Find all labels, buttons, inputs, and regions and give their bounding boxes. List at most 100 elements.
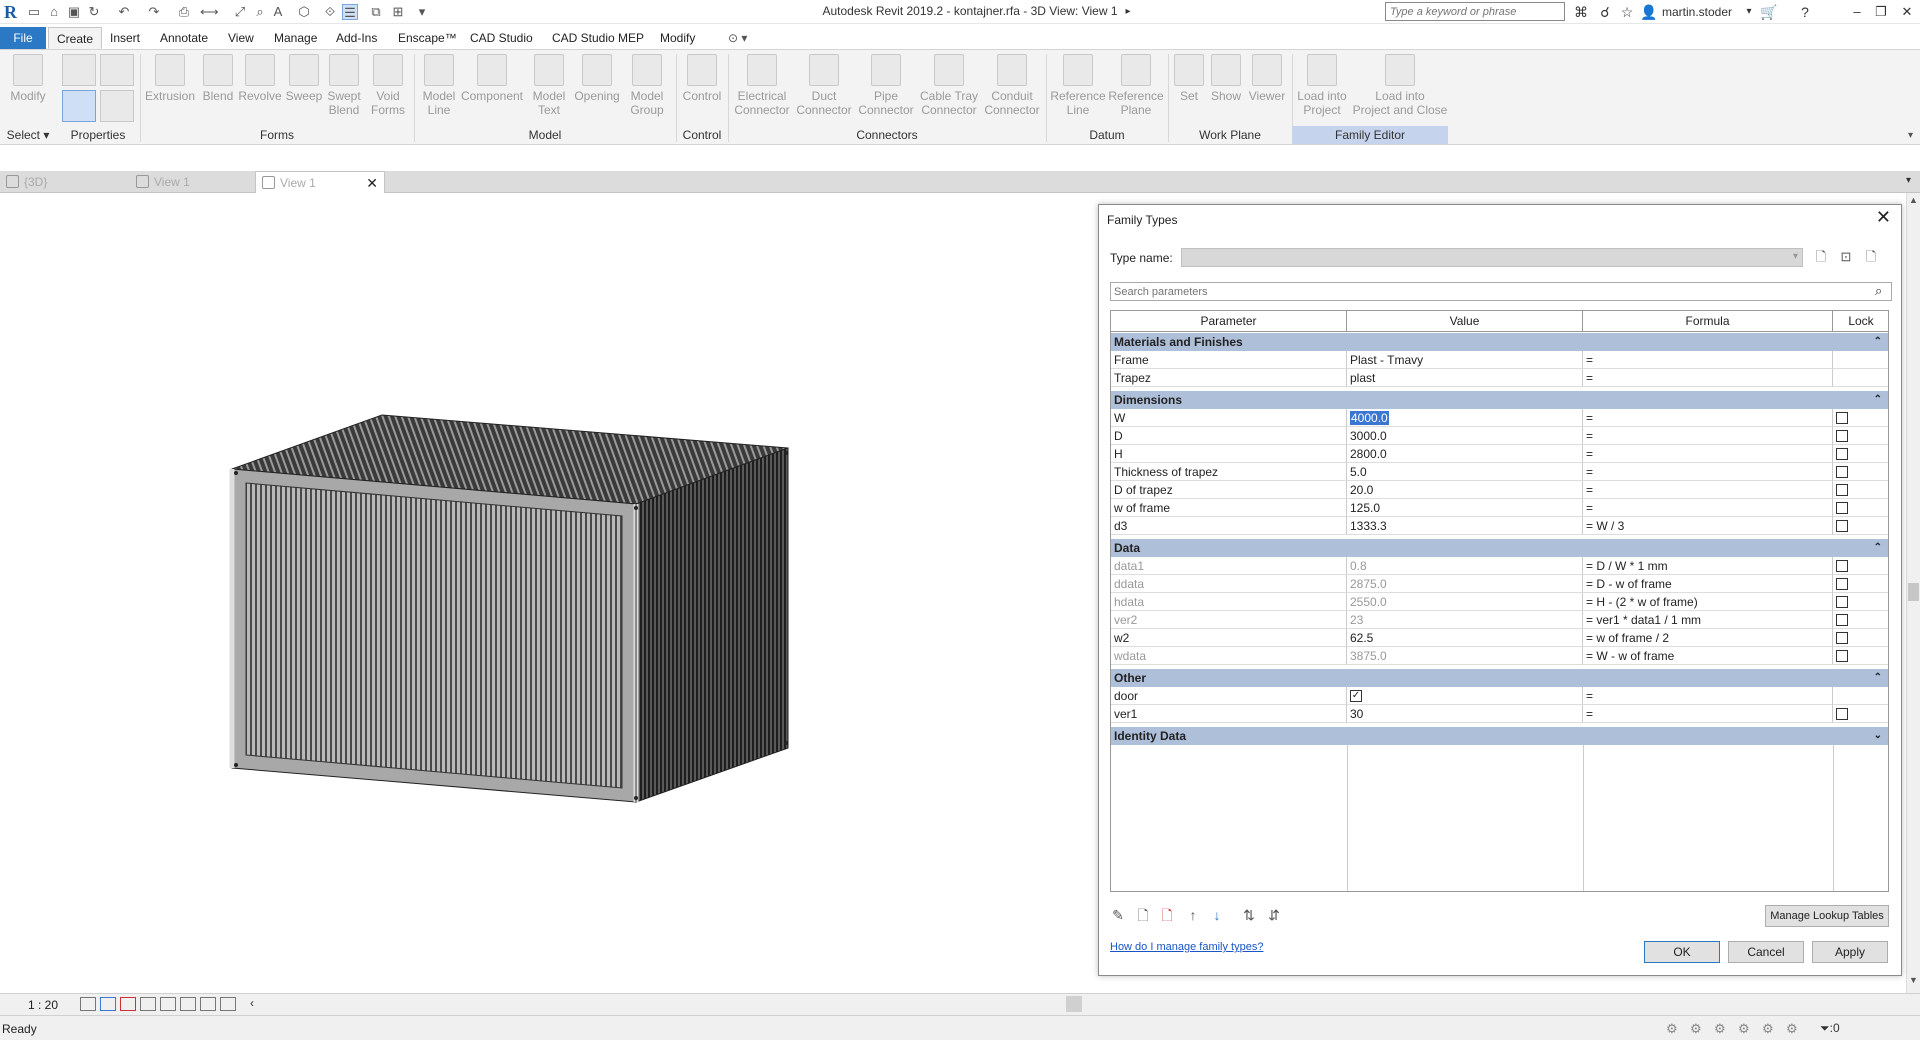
viewer-button[interactable]: Viewer: [1246, 54, 1288, 126]
lock-checkbox[interactable]: [1836, 430, 1848, 442]
tab-addins[interactable]: Add-Ins: [328, 27, 385, 49]
3d-view-icon[interactable]: ⬡: [296, 4, 312, 20]
visual-style-icon[interactable]: [100, 997, 116, 1011]
lock-checkbox[interactable]: [1836, 502, 1848, 514]
scroll-left-icon[interactable]: ‹: [250, 996, 254, 1010]
param-formula[interactable]: = D - w of frame: [1583, 575, 1833, 593]
col-header-lock[interactable]: Lock: [1833, 311, 1888, 332]
conduit-connector-button[interactable]: Conduit Connector: [982, 54, 1042, 126]
thin-lines-icon[interactable]: ☰: [342, 4, 358, 20]
cancel-button[interactable]: Cancel: [1728, 941, 1804, 963]
move-down-icon[interactable]: ↓: [1207, 905, 1227, 925]
pipe-connector-button[interactable]: Pipe Connector: [856, 54, 916, 126]
param-value[interactable]: 2800.0: [1347, 445, 1583, 463]
duct-connector-button[interactable]: Duct Connector: [794, 54, 854, 126]
user-icon[interactable]: 👤: [1640, 3, 1658, 21]
drag-elements-icon[interactable]: ⚙: [1786, 1021, 1798, 1037]
door-checkbox[interactable]: ✓: [1350, 690, 1362, 702]
section-icon[interactable]: ⟐: [322, 4, 338, 20]
delete-parameter-icon[interactable]: 🗋: [1157, 905, 1177, 925]
col-header-parameter[interactable]: Parameter: [1111, 311, 1347, 332]
param-value[interactable]: 1333.3: [1347, 517, 1583, 535]
detail-level-icon[interactable]: [80, 997, 96, 1011]
tab-view[interactable]: View: [220, 27, 262, 49]
lock-checkbox[interactable]: [1836, 596, 1848, 608]
group-header-other[interactable]: Other ⌃: [1111, 669, 1888, 687]
folder-icon[interactable]: ⌂: [46, 4, 62, 20]
param-value[interactable]: 4000.0: [1347, 409, 1583, 427]
user-menu-chevron-icon[interactable]: ▾: [1740, 3, 1758, 21]
view-tab-view1[interactable]: View 1: [130, 171, 255, 193]
collapse-icon[interactable]: ⌃: [1874, 333, 1882, 351]
save-icon[interactable]: ▣: [66, 4, 82, 20]
ok-button[interactable]: OK: [1644, 941, 1720, 963]
tab-manage[interactable]: Manage: [266, 27, 325, 49]
communication-icon[interactable]: ☌: [1596, 3, 1614, 21]
lock-checkbox[interactable]: [1836, 632, 1848, 644]
print-icon[interactable]: ⎙: [176, 4, 192, 20]
expand-icon[interactable]: ⌄: [1874, 727, 1882, 745]
lock-checkbox[interactable]: [1836, 578, 1848, 590]
search-parameters-input[interactable]: [1110, 282, 1892, 301]
design-options-icon[interactable]: ⚙: [1690, 1021, 1702, 1037]
rename-type-icon[interactable]: ⊡: [1837, 248, 1855, 266]
lock-checkbox[interactable]: [1836, 520, 1848, 532]
text-icon[interactable]: A: [270, 4, 286, 20]
ribbon-options-icon[interactable]: ⊙ ▾: [720, 27, 755, 49]
search-expand-icon[interactable]: ▸: [1119, 3, 1137, 21]
undo-icon[interactable]: ↶: [116, 4, 132, 20]
customize-qat-icon[interactable]: ▾: [414, 4, 430, 20]
param-formula[interactable]: = H - (2 * w of frame): [1583, 593, 1833, 611]
close-hidden-icon[interactable]: ⧉: [368, 4, 384, 20]
param-formula[interactable]: =: [1583, 481, 1833, 499]
collapse-icon[interactable]: ⌃: [1874, 391, 1882, 409]
lock-checkbox[interactable]: [1836, 560, 1848, 572]
col-header-value[interactable]: Value: [1347, 311, 1583, 332]
favorites-icon[interactable]: ☆: [1618, 3, 1636, 21]
param-formula[interactable]: = W / 3: [1583, 517, 1833, 535]
search-icon[interactable]: ⌕: [1875, 283, 1882, 299]
param-formula[interactable]: =: [1583, 463, 1833, 481]
new-type-icon[interactable]: 🗋: [1812, 248, 1830, 266]
lock-checkbox[interactable]: [1836, 448, 1848, 460]
horizontal-scroll-thumb[interactable]: [1066, 996, 1082, 1012]
family-category-icon[interactable]: [62, 54, 96, 86]
apply-button[interactable]: Apply: [1812, 941, 1888, 963]
tab-file[interactable]: File: [0, 27, 46, 49]
close-window-icon[interactable]: ✕: [1896, 2, 1918, 22]
group-header-identity[interactable]: Identity Data ⌄: [1111, 727, 1888, 745]
delete-type-icon[interactable]: 🗋: [1862, 248, 1880, 266]
family-category-params-icon[interactable]: [100, 54, 134, 86]
control-button[interactable]: Control: [680, 54, 724, 126]
new-parameter-icon[interactable]: 🗋: [1133, 905, 1153, 925]
param-value[interactable]: 125.0: [1347, 499, 1583, 517]
select-links-icon[interactable]: ⚙: [1714, 1021, 1726, 1037]
lock-checkbox[interactable]: [1836, 708, 1848, 720]
open-icon[interactable]: ▭: [26, 4, 42, 20]
param-value[interactable]: plast: [1347, 369, 1583, 387]
blend-button[interactable]: Blend: [198, 54, 238, 126]
revit-logo[interactable]: R: [4, 2, 22, 22]
tab-cad-studio-mep[interactable]: CAD Studio MEP: [544, 27, 652, 49]
param-formula[interactable]: =: [1583, 351, 1833, 369]
component-button[interactable]: Component: [460, 54, 524, 126]
cable-tray-connector-button[interactable]: Cable Tray Connector: [918, 54, 980, 126]
dimension-icon[interactable]: ⤢: [232, 4, 248, 20]
tab-enscape[interactable]: Enscape™: [390, 27, 465, 49]
sun-path-icon[interactable]: [120, 997, 136, 1011]
param-value[interactable]: 20.0: [1347, 481, 1583, 499]
panel-select[interactable]: Select ▾: [0, 126, 56, 144]
select-underlay-icon[interactable]: ⚙: [1738, 1021, 1750, 1037]
electrical-connector-button[interactable]: Electrical Connector: [732, 54, 792, 126]
worksets-icon[interactable]: ⚙: [1666, 1021, 1678, 1037]
collapse-icon[interactable]: ⌃: [1874, 669, 1882, 687]
help-link[interactable]: How do I manage family types?: [1110, 941, 1263, 953]
crop-view-icon[interactable]: [160, 997, 176, 1011]
ribbon-minimize-icon[interactable]: ▾: [1908, 130, 1920, 142]
param-value[interactable]: 62.5: [1347, 629, 1583, 647]
select-pinned-icon[interactable]: ⚙: [1762, 1021, 1774, 1037]
tag-icon[interactable]: ⌕: [252, 4, 268, 20]
scroll-thumb[interactable]: [1908, 583, 1919, 601]
lock-3d-icon[interactable]: [200, 997, 216, 1011]
switch-windows-icon[interactable]: ⊞: [390, 4, 406, 20]
